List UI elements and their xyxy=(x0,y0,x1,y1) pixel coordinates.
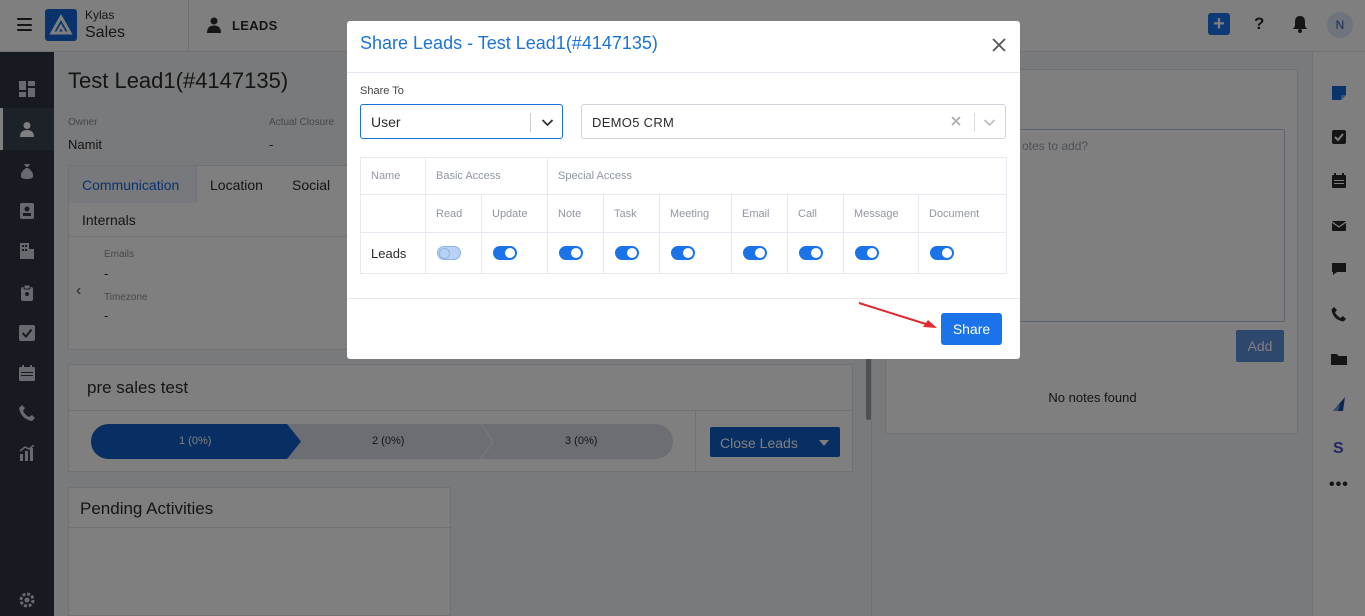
column-header-special-access: Special Access xyxy=(546,157,1008,195)
column-header-note: Note xyxy=(547,194,604,233)
modal-title: Share Leads - Test Lead1(#4147135) xyxy=(360,33,658,53)
divider xyxy=(347,298,1020,299)
read-toggle xyxy=(437,246,461,260)
table-cell xyxy=(659,232,732,274)
share-to-label: Share To xyxy=(360,85,404,97)
table-cell xyxy=(425,232,482,274)
column-header-message: Message xyxy=(843,194,919,233)
divider xyxy=(530,113,531,132)
table-cell xyxy=(360,194,426,233)
table-cell xyxy=(603,232,660,274)
share-user-value: DEMO5 CRM xyxy=(592,115,675,130)
permissions-table: Name Basic Access Special Access Read Up… xyxy=(360,157,1008,274)
update-toggle[interactable] xyxy=(493,246,517,260)
share-type-value: User xyxy=(371,114,401,130)
row-name: Leads xyxy=(360,232,426,274)
document-toggle[interactable] xyxy=(930,246,954,260)
clear-icon[interactable] xyxy=(950,115,962,127)
table-row: Leads xyxy=(360,232,1008,274)
divider xyxy=(974,113,975,132)
task-toggle[interactable] xyxy=(615,246,639,260)
column-header-read: Read xyxy=(425,194,482,233)
email-toggle[interactable] xyxy=(743,246,767,260)
arrow-annotation-icon xyxy=(858,302,937,328)
column-header-basic-access: Basic Access xyxy=(425,157,548,195)
close-icon[interactable] xyxy=(991,37,1007,53)
column-header-task: Task xyxy=(603,194,660,233)
table-cell xyxy=(843,232,919,274)
table-cell xyxy=(481,232,548,274)
message-toggle[interactable] xyxy=(855,246,879,260)
column-header-name: Name xyxy=(360,157,426,195)
column-header-meeting: Meeting xyxy=(659,194,732,233)
table-cell xyxy=(731,232,788,274)
table-cell xyxy=(547,232,604,274)
share-user-select[interactable]: DEMO5 CRM xyxy=(581,104,1006,139)
chevron-down-icon[interactable] xyxy=(983,116,996,129)
note-toggle[interactable] xyxy=(559,246,583,260)
column-header-call: Call xyxy=(787,194,844,233)
chevron-down-icon[interactable] xyxy=(541,116,554,129)
table-cell xyxy=(917,232,1008,274)
share-type-select[interactable]: User xyxy=(360,104,563,139)
column-header-update: Update xyxy=(481,194,548,233)
divider xyxy=(347,72,1020,73)
share-button[interactable]: Share xyxy=(941,313,1002,345)
meeting-toggle[interactable] xyxy=(671,246,695,260)
call-toggle[interactable] xyxy=(799,246,823,260)
table-cell xyxy=(787,232,844,274)
column-header-document: Document xyxy=(917,194,1008,233)
column-header-email: Email xyxy=(731,194,788,233)
